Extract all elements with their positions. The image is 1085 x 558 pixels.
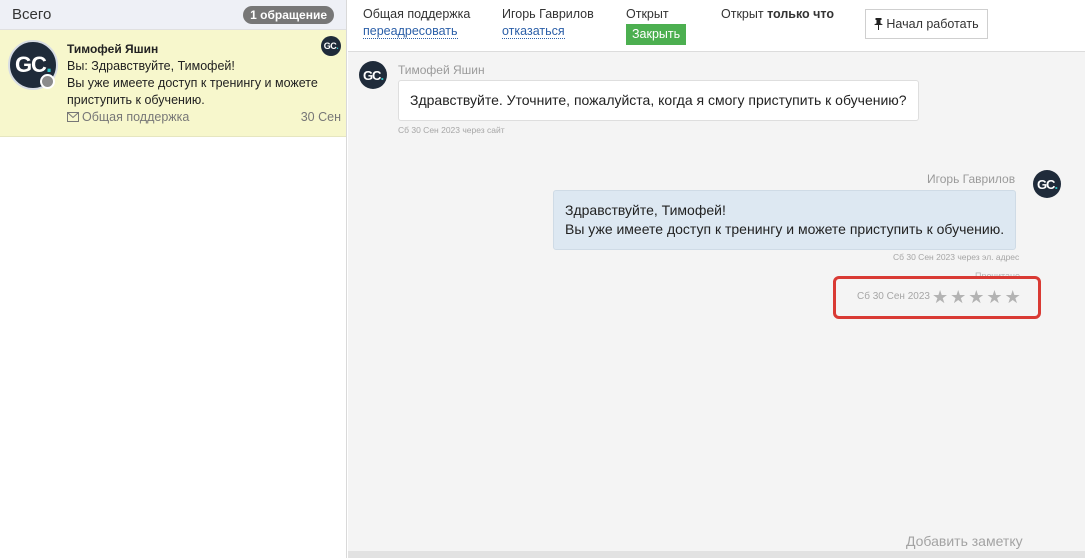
ticket-toolbar: Общая поддержка переадресовать Игорь Гав… — [348, 0, 1085, 52]
client-message-meta: Сб 30 Сен 2023 через сайт — [398, 125, 505, 135]
list-title: Всего — [12, 6, 52, 23]
conversation-list-item[interactable]: GC. Тимофей Яшин GC. Вы: Здравствуйте, Т… — [0, 30, 346, 137]
agent-avatar: GC. — [1033, 170, 1061, 198]
conversation-preview-line1: Вы: Здравствуйте, Тимофей! — [67, 59, 235, 73]
star-rating: ★ ★ ★ ★ ★ — [932, 287, 1021, 307]
star-icon[interactable]: ★ — [986, 287, 1002, 307]
agent-message-author: Игорь Гаврилов — [927, 172, 1016, 186]
conversation-preview-line2: Вы уже имеете доступ к тренингу и можете… — [67, 76, 318, 107]
assignee-block: Игорь Гаврилов отказаться — [502, 6, 594, 40]
conversation-contact-name: Тимофей Яшин — [67, 42, 159, 56]
envelope-icon — [67, 112, 79, 122]
opened-prefix: Открыт — [721, 7, 764, 21]
star-icon[interactable]: ★ — [1005, 287, 1021, 307]
conversation-list-header: Всего 1 обращение — [0, 0, 346, 30]
client-message-author: Тимофей Яшин — [398, 63, 485, 77]
department-label: Общая поддержка — [363, 7, 471, 21]
ticket-view-panel: Общая поддержка переадресовать Игорь Гав… — [348, 0, 1085, 558]
scrollbar-track[interactable] — [348, 551, 1085, 558]
conversation-channel-label: Общая поддержка — [82, 110, 190, 124]
decline-link[interactable]: отказаться — [502, 25, 565, 39]
assignee-label: Игорь Гаврилов — [502, 7, 594, 21]
offline-status-dot — [40, 74, 55, 89]
pin-icon — [874, 18, 884, 30]
agent-message-bubble: Здравствуйте, Тимофей! Вы уже имеете дос… — [553, 190, 1017, 250]
rating-highlight-box: Сб 30 Сен 2023 ★ ★ ★ ★ ★ — [833, 276, 1041, 319]
star-icon[interactable]: ★ — [950, 287, 966, 307]
conversation-channel: Общая поддержка — [67, 110, 189, 124]
agent-message-line1: Здравствуйте, Тимофей! — [565, 202, 726, 218]
forward-link[interactable]: переадресовать — [363, 25, 458, 39]
close-ticket-button[interactable]: Закрыть — [626, 24, 687, 45]
star-icon[interactable]: ★ — [932, 287, 948, 307]
client-message-bubble: Здравствуйте. Уточните, пожалуйста, когд… — [398, 80, 919, 121]
start-work-label: Начал работать — [886, 17, 979, 31]
conversation-count-badge: 1 обращение — [243, 5, 334, 24]
agent-message-meta: Сб 30 Сен 2023 через эл. адрес — [893, 252, 1020, 262]
status-label: Открыт — [626, 7, 669, 21]
rating-date: Сб 30 Сен 2023 — [857, 291, 930, 302]
client-avatar: GC. — [359, 61, 387, 89]
conversation-preview: Вы: Здравствуйте, Тимофей! Вы уже имеете… — [67, 58, 337, 109]
avatar-logo-text: GC — [14, 52, 47, 77]
add-note-link[interactable]: Добавить заметку — [906, 533, 1023, 549]
status-block: Открыт Закрыть — [626, 6, 687, 45]
conversation-date: 30 Сен — [300, 110, 341, 124]
star-icon[interactable]: ★ — [968, 287, 984, 307]
assignee-avatar: GC. — [321, 36, 341, 56]
department-block: Общая поддержка переадресовать — [363, 6, 470, 40]
opened-when: только что — [767, 7, 835, 21]
agent-message-line2: Вы уже имеете доступ к тренингу и можете… — [565, 221, 1005, 237]
start-work-button[interactable]: Начал работать — [865, 9, 988, 39]
opened-time: Открыт только что — [721, 6, 834, 23]
conversation-list-panel: Всего 1 обращение GC. Тимофей Яшин GC. В… — [0, 0, 347, 558]
